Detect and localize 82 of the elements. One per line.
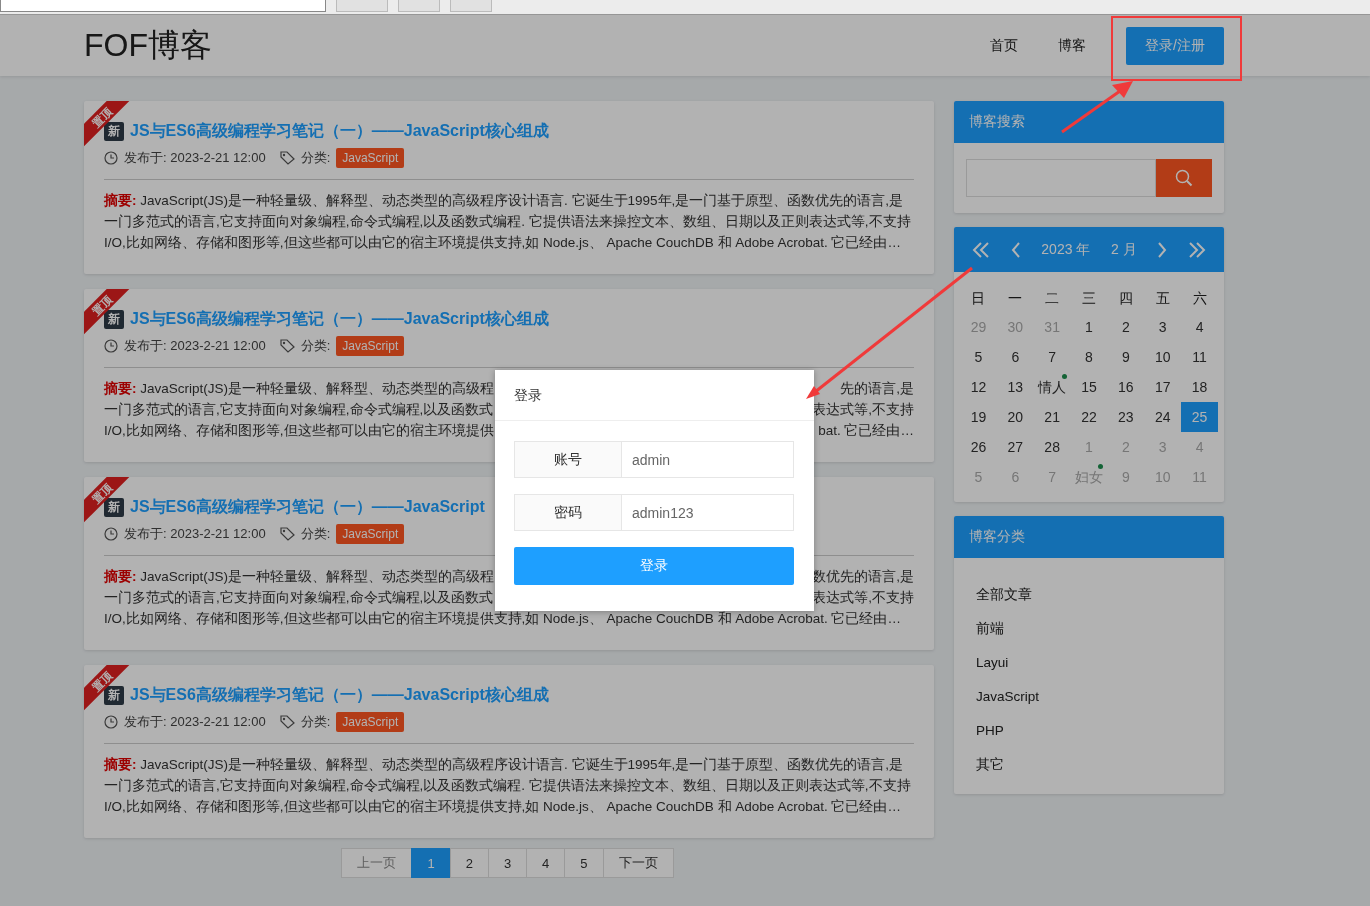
panel-title: 博客搜索 xyxy=(954,101,1224,143)
new-badge: 新 xyxy=(104,498,124,517)
new-badge: 新 xyxy=(104,686,124,705)
category-label: 分类: xyxy=(300,337,331,355)
weekday-label: 六 xyxy=(1191,289,1208,308)
new-badge: 新 xyxy=(104,122,124,141)
publish-date: 发布于: 2023-2-21 12:00 xyxy=(124,713,266,731)
category-label: 分类: xyxy=(300,149,331,167)
calendar-day[interactable]: 17 xyxy=(1144,372,1182,402)
calendar-day[interactable]: 27 xyxy=(996,432,1034,462)
calendar-day[interactable]: 7 xyxy=(1033,342,1071,372)
calendar-day[interactable]: 3 xyxy=(1144,312,1182,342)
calendar-day[interactable]: 11 xyxy=(1181,342,1218,372)
summary-text: 摘要: JavaScript(JS)是一种轻量级、解释型、动态类型的高级程 xyxy=(104,568,495,586)
summary-text: 一门多范式的语言,它支持面向对象编程,命令式编程,以及函数式编程. 它提供语法来操控文本、数组、日期以及正则表达式等,不支持 xyxy=(104,213,911,231)
summary-text: 摘要: JavaScript(JS)是一种轻量级、解释型、动态类型的高级程 xyxy=(104,380,495,398)
weekday-label: 五 xyxy=(1154,289,1171,308)
site-logo[interactable]: FOF博客 xyxy=(84,23,951,68)
category-label: 分类: xyxy=(300,525,331,543)
calendar-day[interactable]: 28 xyxy=(1033,432,1071,462)
summary-text: 一门多范式的语言,它支持面向对象编程,命令式编程,以及函数式 xyxy=(104,401,494,419)
field-label: 密码 xyxy=(514,494,622,531)
input-field[interactable]: admin123 xyxy=(622,494,794,531)
weekday-label: 二 xyxy=(1044,289,1061,308)
calendar-day[interactable]: 22 xyxy=(1070,402,1108,432)
nav-link[interactable]: 首页 xyxy=(990,36,1019,55)
summary-text: 表达式等,不支持 xyxy=(812,589,914,607)
page-button[interactable]: 2 xyxy=(449,848,489,878)
calendar-day[interactable]: 21 xyxy=(1033,402,1071,432)
page-button[interactable]: 5 xyxy=(564,848,604,878)
publish-date: 发布于: 2023-2-21 12:00 xyxy=(124,149,266,167)
calendar-day[interactable]: 13 xyxy=(996,372,1034,402)
nav-link[interactable]: 博客 xyxy=(1058,36,1087,55)
summary-text: I/O,比如网络、存储和图形等,但这些都可以由它的宿主环境提供 xyxy=(104,422,494,440)
weekday-label: 一 xyxy=(1007,289,1024,308)
calendar-day[interactable]: 16 xyxy=(1107,372,1145,402)
category-link[interactable]: PHP xyxy=(976,714,1202,748)
summary-text: I/O,比如网络、存储和图形等,但这些都可以由它的宿主环境提供支持,如 Node.js、 Apache CouchDB 和 Adobe Acrobat. 它已经由… xyxy=(104,610,901,628)
calendar-day[interactable]: 26 xyxy=(960,432,997,462)
calendar-day[interactable]: 18 xyxy=(1181,372,1218,402)
category-link[interactable]: 全部文章 xyxy=(976,578,1202,612)
field-label: 账号 xyxy=(514,441,622,478)
weekday-label: 三 xyxy=(1081,289,1097,308)
category-link[interactable]: 其它 xyxy=(976,748,1202,782)
calendar-day[interactable]: 9 xyxy=(1107,342,1145,372)
calendar-day[interactable]: 10 xyxy=(1144,342,1182,372)
calendar-day[interactable]: 20 xyxy=(996,402,1034,432)
weekday-label: 日 xyxy=(970,289,987,308)
calendar-day[interactable]: 23 xyxy=(1107,402,1145,432)
calendar-day[interactable]: 5 xyxy=(960,342,997,372)
page-button[interactable]: 下一页 xyxy=(602,848,674,878)
calendar-day[interactable]: 情人 xyxy=(1033,372,1071,402)
calendar-day[interactable]: 6 xyxy=(996,342,1034,372)
publish-date: 发布于: 2023-2-21 12:00 xyxy=(124,337,266,355)
calendar-day[interactable]: 8 xyxy=(1070,342,1108,372)
input-field[interactable]: admin xyxy=(622,441,794,478)
summary-text: I/O,比如网络、存储和图形等,但这些都可以由它的宿主环境提供支持,如 Node.js、 Apache CouchDB 和 Adobe Acrobat. 它已经由… xyxy=(104,798,901,816)
page-button[interactable]: 4 xyxy=(526,848,566,878)
summary-text: 一门多范式的语言,它支持面向对象编程,命令式编程,以及函数式 xyxy=(104,589,494,607)
calendar-day[interactable]: 2 xyxy=(1107,312,1145,342)
panel-title: 博客分类 xyxy=(954,516,1224,558)
category-link[interactable]: 前端 xyxy=(976,612,1202,646)
calendar-day[interactable]: 1 xyxy=(1070,312,1108,342)
calendar-day[interactable]: 4 xyxy=(1181,312,1218,342)
page-button[interactable]: 3 xyxy=(487,848,528,878)
calendar-day[interactable]: 19 xyxy=(960,402,997,432)
summary-text: 一门多范式的语言,它支持面向对象编程,命令式编程,以及函数式编程. 它提供语法来操控文本、数组、日期以及正则表达式等,不支持 xyxy=(104,777,911,795)
summary-text: 摘要: JavaScript(JS)是一种轻量级、解释型、动态类型的高级程序设计语言. 它诞生于1995年,是一门基于原型、函数优先的语言,是 xyxy=(104,192,904,210)
publish-date: 发布于: 2023-2-21 12:00 xyxy=(124,525,266,543)
summary-text: I/O,比如网络、存储和图形等,但这些都可以由它的宿主环境提供支持,如 Node.js、 Apache CouchDB 和 Adobe Acrobat. 它已经由… xyxy=(104,234,901,252)
summary-text: 摘要: JavaScript(JS)是一种轻量级、解释型、动态类型的高级程序设计语言. 它诞生于1995年,是一门基于原型、函数优先的语言,是 xyxy=(104,756,904,774)
weekday-label: 四 xyxy=(1117,289,1134,308)
category-link[interactable]: Layui xyxy=(976,646,1202,680)
summary-text: bat. 它已经由… xyxy=(818,422,914,440)
calendar-day[interactable]: 24 xyxy=(1144,402,1182,432)
calendar-day[interactable]: 12 xyxy=(960,372,997,402)
category-link[interactable]: JavaScript xyxy=(976,680,1202,714)
summary-text: 表达式等,不支持 xyxy=(812,401,914,419)
new-badge: 新 xyxy=(104,310,124,329)
summary-text: 先的语言,是 xyxy=(840,380,914,398)
calendar-day[interactable]: 15 xyxy=(1070,372,1108,402)
category-label: 分类: xyxy=(300,713,331,731)
